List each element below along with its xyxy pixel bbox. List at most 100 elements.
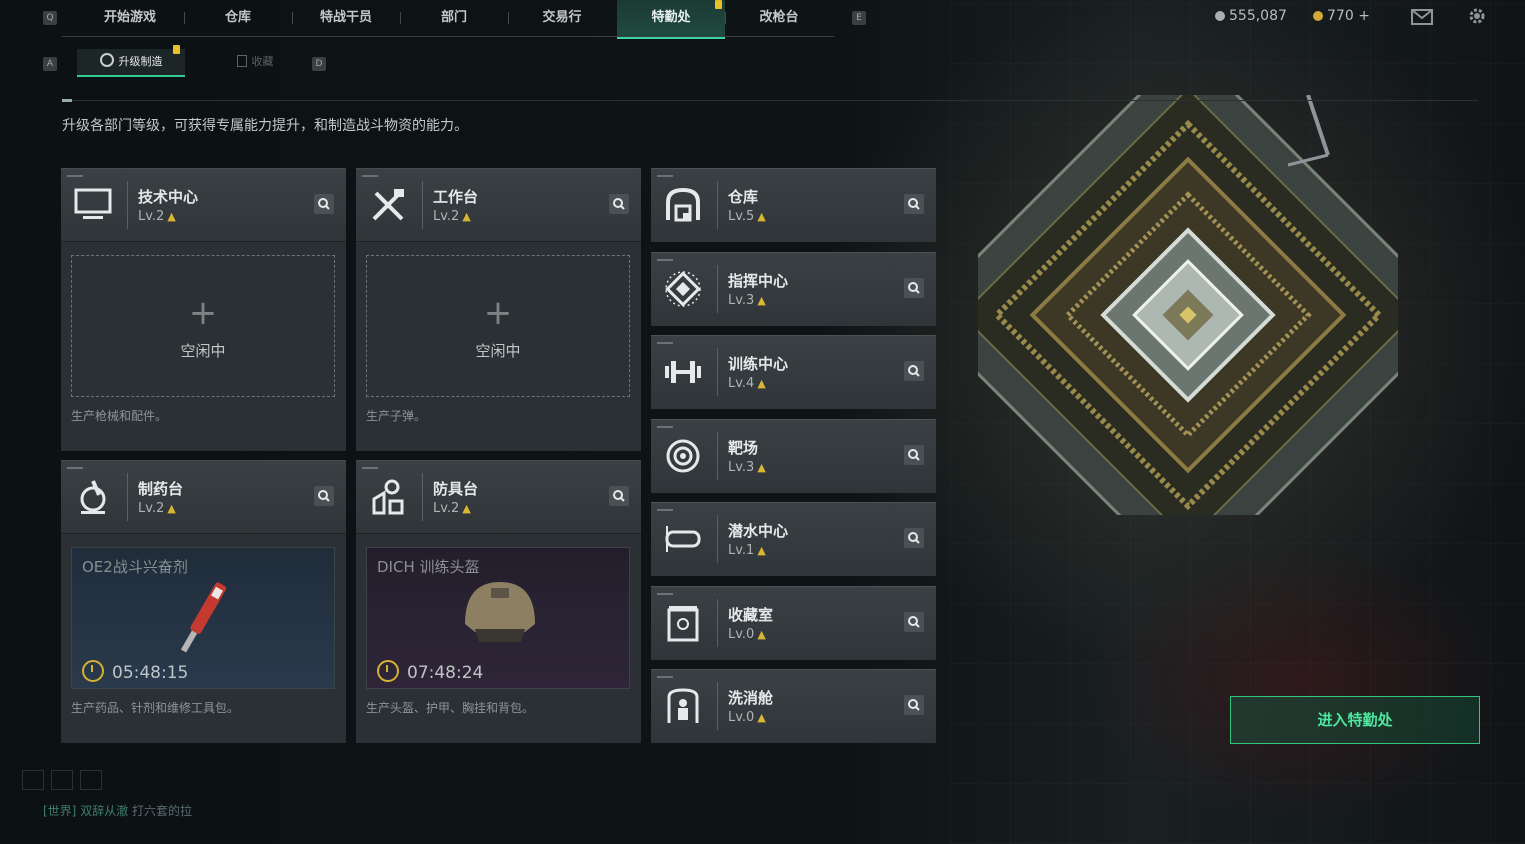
department-name: 靶场: [728, 439, 759, 457]
station-card-armor-bench[interactable]: 防具台 Lv.2 ▲ DICH 训练头盔 07:48:24 生产头盔、护甲、胸挂和…: [356, 460, 641, 743]
level-up-chevron-icon: ▲: [757, 628, 766, 641]
idle-slot[interactable]: + 空闲中: [366, 255, 630, 397]
chat-toggle-icon[interactable]: [22, 770, 44, 790]
department-diving-center[interactable]: 潜水中心 Lv.1 ▲: [651, 502, 936, 576]
idle-slot[interactable]: + 空闲中: [71, 255, 335, 397]
department-level: Lv.0 ▲: [728, 710, 766, 725]
station-footer: 生产枪械和配件。: [71, 409, 168, 423]
station-footer: 生产头盔、护甲、胸挂和背包。: [366, 701, 535, 715]
department-level: Lv.5 ▲: [728, 209, 766, 224]
department-collection-room[interactable]: 收藏室 Lv.0 ▲: [651, 586, 936, 660]
chat-text: 打六套的拉: [132, 804, 193, 818]
station-name: 技术中心: [138, 188, 199, 206]
corner-mark: [657, 593, 673, 595]
collection-small-icon: [236, 55, 247, 67]
corner-mark: [362, 467, 378, 469]
subnav-prev-key[interactable]: A: [43, 57, 57, 71]
search-icon[interactable]: [904, 278, 924, 298]
level-up-chevron-icon: ▲: [757, 461, 766, 474]
level-up-chevron-icon: ▲: [757, 294, 766, 307]
search-icon[interactable]: [904, 695, 924, 715]
add-icon: +: [483, 293, 513, 333]
chat-channel-icon[interactable]: [51, 770, 73, 790]
helmet-icon: [465, 582, 535, 642]
chat-settings-icon[interactable]: [80, 770, 102, 790]
tab-warehouse[interactable]: 仓库: [184, 0, 292, 36]
chat-channel: [世界]: [43, 804, 77, 818]
header-divider: [717, 432, 718, 480]
station-card-pharmacy[interactable]: 制药台 Lv.2 ▲ OE2战斗兴奋剂 05:48:15 生产药品、针剂和维修工具…: [61, 460, 346, 743]
nav-prev-key[interactable]: Q: [43, 11, 57, 25]
collection-icon: [663, 603, 703, 643]
enter-special-ops-button[interactable]: 进入特勤处: [1230, 696, 1480, 744]
dumbbell-icon: [663, 352, 703, 392]
notification-badge: [715, 0, 722, 9]
gold-currency[interactable]: 770 +: [1313, 8, 1370, 24]
search-icon[interactable]: [609, 194, 629, 214]
search-icon[interactable]: [904, 194, 924, 214]
nav-divider: [62, 36, 834, 37]
department-level: Lv.3 ▲: [728, 293, 766, 308]
station-card-workbench[interactable]: 工作台 Lv.2 ▲ + 空闲中 生产子弹。: [356, 168, 641, 451]
corner-mark: [657, 259, 673, 261]
department-level: Lv.3 ▲: [728, 460, 766, 475]
command-icon: [663, 269, 703, 309]
add-currency-button[interactable]: +: [1358, 8, 1370, 24]
subnav-next-key[interactable]: D: [312, 57, 326, 71]
section-divider: [62, 99, 1478, 102]
tab-start-game[interactable]: 开始游戏: [76, 0, 184, 36]
department-command-center[interactable]: 指挥中心 Lv.3 ▲: [651, 252, 936, 326]
search-icon[interactable]: [609, 486, 629, 506]
timer-icon: [82, 660, 104, 682]
silver-currency: 555,087: [1215, 8, 1287, 24]
station-card-tech-center[interactable]: 技术中心 Lv.2 ▲ + 空闲中 生产枪械和配件。: [61, 168, 346, 451]
corner-mark: [657, 175, 673, 177]
production-slot[interactable]: OE2战斗兴奋剂 05:48:15: [71, 547, 335, 689]
headquarters-cube-art: [978, 95, 1398, 515]
search-icon[interactable]: [314, 194, 334, 214]
tab-gunsmith[interactable]: 改枪台: [725, 0, 833, 36]
corner-mark: [67, 467, 83, 469]
level-up-chevron-icon: ▲: [462, 210, 471, 223]
chat-message[interactable]: [世界] 双辞从澈 打六套的拉: [43, 802, 192, 819]
department-name: 潜水中心: [728, 522, 789, 540]
corner-mark: [657, 426, 673, 428]
nav-next-key[interactable]: E: [852, 11, 866, 25]
level-up-chevron-icon: ▲: [757, 210, 766, 223]
department-name: 洗消舱: [728, 689, 774, 707]
department-name: 指挥中心: [728, 272, 789, 290]
production-timer: 05:48:15: [82, 660, 188, 683]
tab-operators[interactable]: 特战干员: [292, 0, 400, 36]
production-slot[interactable]: DICH 训练头盔 07:48:24: [366, 547, 630, 689]
department-training-center[interactable]: 训练中心 Lv.4 ▲: [651, 335, 936, 409]
department-warehouse[interactable]: 仓库 Lv.5 ▲: [651, 168, 936, 242]
tab-departments[interactable]: 部门: [400, 0, 508, 36]
level-up-chevron-icon: ▲: [757, 377, 766, 390]
settings-gear-icon[interactable]: [1467, 6, 1487, 26]
station-header: 工作台 Lv.2 ▲: [356, 169, 641, 242]
subtab-upgrade-craft[interactable]: 升级制造: [77, 49, 185, 77]
search-icon[interactable]: [904, 445, 924, 465]
search-icon[interactable]: [904, 361, 924, 381]
diving-mask-icon: [663, 519, 703, 559]
page-description: 升级各部门等级，可获得专属能力提升，和制造战斗物资的能力。: [62, 118, 468, 134]
station-level: Lv.2 ▲: [138, 209, 176, 224]
header-divider: [717, 515, 718, 563]
header-divider: [717, 181, 718, 229]
search-icon[interactable]: [904, 528, 924, 548]
search-icon[interactable]: [314, 486, 334, 506]
department-shooting-range[interactable]: 靶场 Lv.3 ▲: [651, 419, 936, 493]
tab-market[interactable]: 交易行: [508, 0, 616, 36]
gold-coin-icon: [1313, 11, 1323, 21]
station-header: 防具台 Lv.2 ▲: [356, 461, 641, 534]
warehouse-icon: [663, 185, 703, 225]
subtab-collection[interactable]: 收藏: [215, 49, 295, 75]
level-up-chevron-icon: ▲: [167, 210, 176, 223]
station-level: Lv.2 ▲: [138, 501, 176, 516]
tab-special-ops[interactable]: 特勤处: [617, 0, 725, 39]
mail-icon[interactable]: [1411, 9, 1433, 25]
department-decontamination[interactable]: 洗消舱 Lv.0 ▲: [651, 669, 936, 743]
add-icon: +: [188, 293, 218, 333]
header-divider: [422, 181, 423, 229]
search-icon[interactable]: [904, 612, 924, 632]
